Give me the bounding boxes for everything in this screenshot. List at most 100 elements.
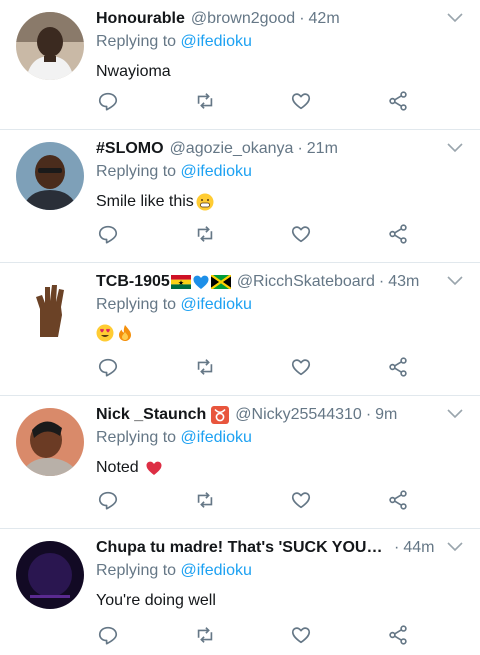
like-button[interactable] [289,623,313,647]
tweet-text: Smile like this [96,191,440,213]
blue-heart-icon [193,275,209,289]
avatar[interactable] [16,541,84,609]
mention-link[interactable]: @ifedioku [181,562,252,579]
display-name[interactable]: Honourable [96,8,185,30]
retweet-icon [197,226,212,242]
avatar[interactable] [16,12,84,80]
tweet-actions [96,623,410,647]
separator-dot: · [378,273,385,290]
avatar[interactable] [16,275,84,343]
like-icon [292,93,311,110]
replying-to: Replying to @ifedioku [96,560,440,582]
tweet[interactable]: Nick _Staunch @Nicky25544310 · 9m Replyi… [0,396,480,529]
chevron-down-icon[interactable] [446,406,464,420]
replying-prefix: Replying to [96,163,181,180]
tweet-text-content: Nwayioma [96,63,171,80]
like-button[interactable] [289,488,313,512]
replying-prefix: Replying to [96,562,181,579]
share-button[interactable] [386,355,410,379]
reply-feed: Honourable @brown2good · 42m Replying to… [0,0,480,655]
reply-icon [98,626,118,645]
like-icon [292,492,311,509]
display-name[interactable]: Nick _Staunch [96,404,206,426]
reply-button[interactable] [96,222,120,246]
retweet-icon [197,93,212,109]
replying-prefix: Replying to [96,33,181,50]
timestamp[interactable]: 43m [388,271,419,293]
mention-link[interactable]: @ifedioku [181,296,252,313]
separator-dot: · [299,10,305,27]
fire-emoji-icon [119,325,131,341]
share-icon [389,490,407,510]
reply-button[interactable] [96,488,120,512]
retweet-icon [197,492,212,508]
tweet-actions [96,89,410,113]
timestamp[interactable]: 21m [307,138,338,160]
retweet-button[interactable] [193,488,217,512]
share-icon [389,91,407,111]
tweet[interactable]: #SLOMO @agozie_okanya · 21m Replying to … [0,130,480,263]
tweet-text-content: Noted [96,459,139,476]
display-name[interactable]: #SLOMO [96,138,164,160]
like-button[interactable] [289,89,313,113]
like-icon [292,226,311,243]
chevron-down-icon[interactable] [446,140,464,154]
separator-dot: · [365,406,372,423]
reply-button[interactable] [96,355,120,379]
timestamp[interactable]: 44m [403,537,434,559]
retweet-button[interactable] [193,623,217,647]
mention-link[interactable]: @ifedioku [181,33,252,50]
like-button[interactable] [289,355,313,379]
display-name[interactable]: TCB-1905 [96,271,170,293]
replying-to: Replying to @ifedioku [96,31,440,53]
tweet[interactable]: TCB-1905 @RicchSkateboard · 43m Replying… [0,263,480,396]
mention-link[interactable]: @ifedioku [181,429,252,446]
user-handle[interactable]: @RicchSkateboard [237,271,375,293]
tweet[interactable]: Honourable @brown2good · 42m Replying to… [0,0,480,130]
share-button[interactable] [386,89,410,113]
like-icon [292,627,311,644]
avatar[interactable] [16,142,84,210]
timestamp[interactable]: 9m [375,404,397,426]
reply-button[interactable] [96,623,120,647]
share-button[interactable] [386,623,410,647]
display-name[interactable]: Chupa tu madre! That's 'SUCK YOUR M... [96,537,386,559]
chevron-down-icon[interactable] [446,539,464,553]
red-heart-icon [146,461,162,475]
ghana-flag-icon [170,275,191,289]
retweet-button[interactable] [193,89,217,113]
replying-prefix: Replying to [96,296,181,313]
heart-eyes-emoji-icon [96,324,114,342]
jamaica-flag-icon [210,275,231,289]
avatar[interactable] [16,408,84,476]
reply-icon [98,225,118,244]
reply-icon [98,92,118,111]
timestamp[interactable]: 42m [309,8,340,30]
tweet[interactable]: Chupa tu madre! That's 'SUCK YOUR M... ·… [0,529,480,655]
chevron-down-icon[interactable] [446,273,464,287]
share-button[interactable] [386,222,410,246]
replying-to: Replying to @ifedioku [96,294,440,316]
chevron-down-icon[interactable] [446,10,464,24]
retweet-button[interactable] [193,355,217,379]
tweet-text: Noted [96,457,440,479]
mention-link[interactable]: @ifedioku [181,163,252,180]
reply-button[interactable] [96,89,120,113]
share-icon [389,357,407,377]
retweet-icon [197,359,212,375]
user-handle[interactable]: @agozie_okanya [170,138,294,160]
replying-to: Replying to @ifedioku [96,161,440,183]
reply-icon [98,358,118,377]
tweet-text: You're doing well [96,590,440,612]
separator-dot: · [297,140,303,157]
like-icon [292,359,311,376]
retweet-button[interactable] [193,222,217,246]
user-handle[interactable]: @Nicky25544310 [235,404,362,426]
tweet-text-content: Smile like this [96,193,194,210]
share-button[interactable] [386,488,410,512]
like-button[interactable] [289,222,313,246]
taurus-icon [211,406,230,424]
tweet-text [96,324,440,342]
user-handle[interactable]: @brown2good [191,8,295,30]
share-icon [389,224,407,244]
